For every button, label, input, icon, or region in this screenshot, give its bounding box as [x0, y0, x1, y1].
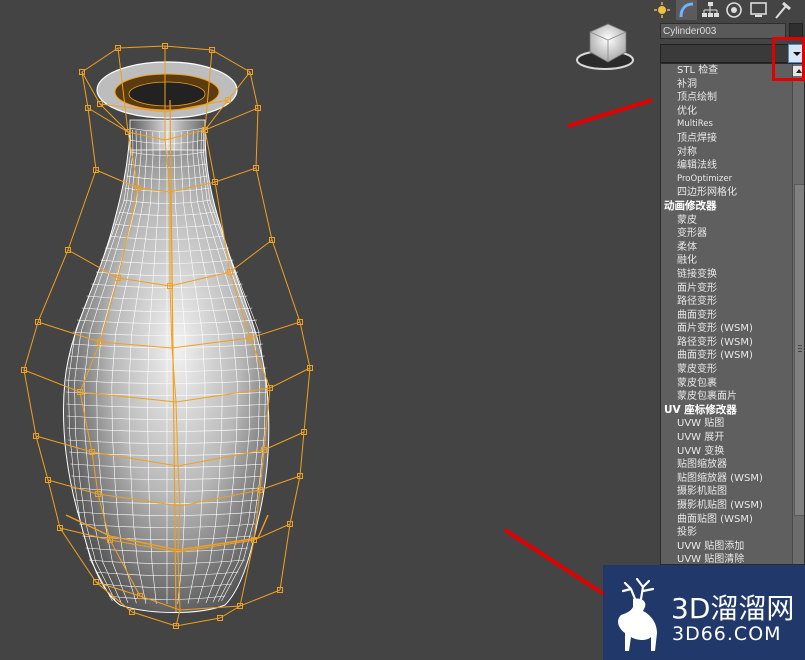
- command-panel-tabs: [652, 0, 805, 20]
- modifier-list-item[interactable]: 路径变形 (WSM): [661, 336, 804, 350]
- modifier-list-item[interactable]: 摄影机贴图 (WSM): [661, 499, 804, 513]
- viewcube[interactable]: [576, 23, 634, 70]
- motion-icon: [726, 2, 742, 18]
- modifier-list-item[interactable]: 蒙皮包裹: [661, 377, 804, 391]
- modifier-list-item[interactable]: 曲面变形 (WSM): [661, 349, 804, 363]
- modifier-list-item[interactable]: 摄影机贴图: [661, 485, 804, 499]
- utilities-tab[interactable]: [772, 0, 793, 20]
- modifier-list-item[interactable]: 柔体: [661, 241, 804, 255]
- modifier-list-scrollbar[interactable]: [792, 64, 804, 564]
- modifier-list-items: STL 检查 补洞 顶点绘制 优化 MultiRes 顶点焊接 对称 编辑法线 ProOptim…: [661, 64, 804, 564]
- modifier-list-item[interactable]: 顶点焊接: [661, 132, 804, 146]
- modifier-list-item[interactable]: 优化: [661, 105, 804, 119]
- modifier-list-item[interactable]: 蒙皮: [661, 214, 804, 228]
- watermark-3d66: 3D溜溜网 3D66.COM: [603, 565, 805, 660]
- modifier-list-item[interactable]: UVW 贴图添加: [661, 540, 804, 554]
- modifier-list-item[interactable]: 路径变形: [661, 295, 804, 309]
- create-tab[interactable]: [652, 0, 673, 20]
- modifier-list-item[interactable]: 面片变形 (WSM): [661, 322, 804, 336]
- deer-logo-icon: [618, 577, 657, 651]
- modifier-list-item[interactable]: MultiRes: [661, 118, 804, 132]
- watermark-logo-text: 3D溜溜网: [671, 592, 795, 625]
- command-panel: Cylinder003 STL 检查 补洞 顶点绘制 优化 MultiRes 顶点焊接 对称…: [652, 0, 805, 660]
- display-tab[interactable]: [748, 0, 769, 20]
- utilities-hammer-icon: [775, 1, 791, 19]
- modifier-list-item[interactable]: 蒙皮包裹面片: [661, 390, 804, 404]
- modifier-list-item[interactable]: UVW 贴图: [661, 417, 804, 431]
- scrollbar-thumb[interactable]: [794, 184, 804, 516]
- modifier-list-item[interactable]: 四边形网格化: [661, 186, 804, 200]
- modifier-list-item[interactable]: 贴图缩放器 (WSM): [661, 472, 804, 486]
- create-sun-icon: [654, 2, 670, 18]
- modifier-list-item[interactable]: 曲面变形: [661, 309, 804, 323]
- modifier-list-item[interactable]: 融化: [661, 254, 804, 268]
- modifier-list-item[interactable]: ProOptimizer: [661, 173, 804, 187]
- modifier-list-item[interactable]: 链接变换: [661, 268, 804, 282]
- modifier-list-item[interactable]: 蒙皮变形: [661, 363, 804, 377]
- modifier-list-item[interactable]: 面片变形: [661, 282, 804, 296]
- modifier-list-item[interactable]: 贴图缩放器: [661, 458, 804, 472]
- modifier-list-item[interactable]: 编辑法线: [661, 159, 804, 173]
- modifier-list-item[interactable]: UVW 变换: [661, 445, 804, 459]
- modify-tab[interactable]: [676, 0, 697, 20]
- modifier-list-item[interactable]: 顶点绘制: [661, 91, 804, 105]
- viewport-canvas[interactable]: [0, 0, 652, 660]
- modifier-list-dropdown[interactable]: STL 检查 补洞 顶点绘制 优化 MultiRes 顶点焊接 对称 编辑法线 ProOptim…: [660, 63, 805, 565]
- modifier-list-item[interactable]: UVW 展开: [661, 431, 804, 445]
- motion-tab[interactable]: [724, 0, 745, 20]
- modifier-list-item[interactable]: 投影: [661, 526, 804, 540]
- modifier-list-item[interactable]: 变形器: [661, 227, 804, 241]
- display-monitor-icon: [750, 2, 767, 17]
- modifier-list-item[interactable]: UVW 贴图清除: [661, 553, 804, 564]
- perspective-viewport[interactable]: [0, 0, 652, 660]
- hierarchy-tab[interactable]: [700, 0, 721, 20]
- modifier-list-item[interactable]: 曲面贴图 (WSM): [661, 513, 804, 527]
- vase-opening: [128, 81, 206, 107]
- modify-bend-icon: [679, 2, 694, 18]
- modifier-category-header: 动画修改器: [664, 199, 717, 212]
- modifier-category-header: UV 座标修改器: [664, 403, 737, 416]
- hierarchy-icon: [702, 2, 719, 17]
- watermark-url: 3D66.COM: [672, 623, 782, 645]
- annotation-arrow-bottom: [503, 528, 612, 600]
- modifier-list-item[interactable]: 对称: [661, 146, 804, 160]
- object-name-field[interactable]: Cylinder003: [660, 23, 786, 39]
- annotation-highlight-box: [772, 37, 805, 81]
